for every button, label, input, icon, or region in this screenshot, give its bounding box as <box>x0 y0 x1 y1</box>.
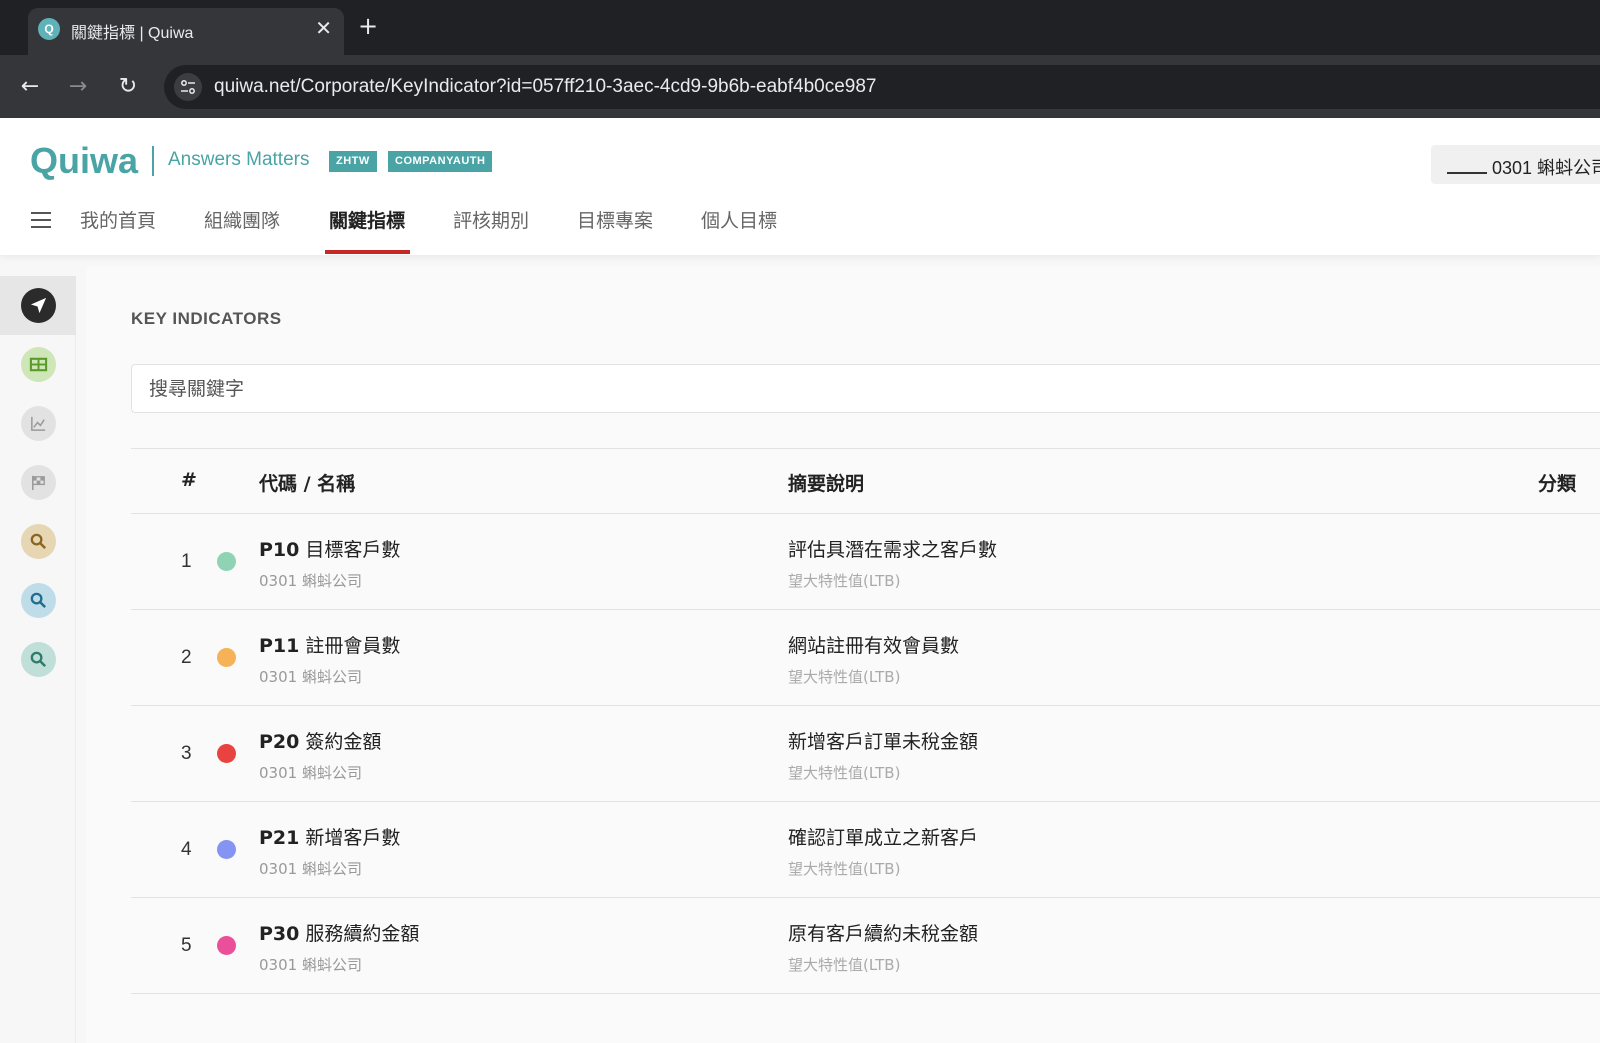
rail-item-search-gold[interactable] <box>0 512 76 571</box>
column-header-category[interactable]: 分類 <box>1538 469 1576 496</box>
table-row[interactable]: 5 P30 服務續約金額 0301 蝌蚪公司 原有客戶續約未稅金額望大特性值(LTB) <box>131 898 1600 994</box>
browser-toolbar: ← → ↻ quiwa.net/Corporate/KeyIndicator?i… <box>0 55 1600 118</box>
language-badge: ZHTW <box>329 151 377 172</box>
tagline: Answers Matters <box>168 149 310 170</box>
rail-item-navigate[interactable] <box>0 276 76 335</box>
table-row[interactable]: 4 P21 新增客戶數 0301 蝌蚪公司 確認訂單成立之新客戶望大特性值(LTB) <box>131 802 1600 898</box>
auth-badge: COMPANYAUTH <box>388 151 493 172</box>
logo-divider <box>152 146 154 176</box>
indicator-code: P30 <box>259 923 300 945</box>
close-tab-icon[interactable]: ✕ <box>315 16 332 40</box>
browser-tab[interactable]: Q 關鍵指標 | Quiwa ✕ <box>28 8 344 55</box>
indicator-org: 0301 蝌蚪公司 <box>259 668 362 686</box>
indicator-title[interactable]: P10 目標客戶數 <box>259 535 400 562</box>
table-row[interactable]: 3 P20 簽約金額 0301 蝌蚪公司 新增客戶訂單未稅金額望大特性值(LTB) <box>131 706 1600 802</box>
indicator-name: 新增客戶數 <box>305 827 401 849</box>
reload-icon[interactable]: ↻ <box>114 73 142 101</box>
rail-item-search-blue[interactable] <box>0 571 76 630</box>
line-chart-icon <box>21 406 56 441</box>
indicator-description: 新增客戶訂單未稅金額 <box>788 731 979 753</box>
tab-home[interactable]: 我的首頁 <box>80 206 156 233</box>
site-settings-icon[interactable] <box>174 73 202 101</box>
table-row[interactable]: 2 P11 註冊會員數 0301 蝌蚪公司 網站註冊有效會員數望大特性值(LTB) <box>131 610 1600 706</box>
back-arrow-icon[interactable]: ← <box>16 73 44 101</box>
status-dot <box>217 552 236 571</box>
indicator-type: 望大特性值(LTB) <box>788 764 901 782</box>
indicator-type: 望大特性值(LTB) <box>788 572 901 590</box>
table-row[interactable]: 1 P10 目標客戶數 0301 蝌蚪公司 評估具潛在需求之客戶數望大特性值(LTB) <box>131 514 1600 610</box>
indicator-table: # 代碼 / 名稱 摘要說明 分類 1 P10 目標客戶數 0301 蝌蚪公司 評估具… <box>131 448 1600 994</box>
table-header: # 代碼 / 名稱 摘要說明 分類 <box>131 448 1600 514</box>
indicator-type: 望大特性值(LTB) <box>788 860 901 878</box>
indicator-description: 確認訂單成立之新客戶 <box>788 827 979 849</box>
new-tab-icon[interactable]: + <box>358 12 378 40</box>
column-header-description[interactable]: 摘要說明 <box>788 469 864 496</box>
indicator-org: 0301 蝌蚪公司 <box>259 956 362 974</box>
section-title: KEY INDICATORS <box>131 309 282 328</box>
indicator-name: 簽約金額 <box>305 731 382 753</box>
indicator-name: 服務續約金額 <box>305 923 420 945</box>
tab-key-indicators[interactable]: 關鍵指標 <box>329 206 405 233</box>
indicator-code: P11 <box>259 635 300 657</box>
row-number: 2 <box>181 647 192 668</box>
checkered-flag-icon <box>21 465 56 500</box>
navigation-arrow-icon <box>21 288 56 323</box>
indicator-code: P20 <box>259 731 300 753</box>
indicator-description: 原有客戶續約未稅金額 <box>788 923 979 945</box>
rail-item-flag[interactable] <box>0 453 76 512</box>
indicator-org: 0301 蝌蚪公司 <box>259 572 362 590</box>
indicator-type: 望大特性值(LTB) <box>788 668 901 686</box>
hamburger-menu-icon[interactable] <box>31 212 51 228</box>
search-teal-icon <box>21 642 56 677</box>
tab-title: 關鍵指標 | Quiwa <box>71 25 194 42</box>
indicator-title[interactable]: P21 新增客戶數 <box>259 823 400 850</box>
indicator-title[interactable]: P11 註冊會員數 <box>259 631 400 658</box>
indicator-name: 目標客戶數 <box>305 539 401 561</box>
tab-projects[interactable]: 目標專案 <box>577 206 653 233</box>
company-selector-line <box>1447 172 1487 174</box>
indicator-description: 網站註冊有效會員數 <box>788 635 960 657</box>
company-name: 0301 蝌蚪公司 <box>1492 158 1600 178</box>
search-blue-icon <box>21 583 56 618</box>
status-dot <box>217 936 236 955</box>
quiwa-favicon-icon: Q <box>38 18 60 40</box>
indicator-title[interactable]: P20 簽約金額 <box>259 727 381 754</box>
active-tab-indicator <box>325 250 410 254</box>
indicator-name: 註冊會員數 <box>305 635 401 657</box>
rail-item-table[interactable] <box>0 335 76 394</box>
indicator-type: 望大特性值(LTB) <box>788 956 901 974</box>
indicator-code: P10 <box>259 539 300 561</box>
indicator-description: 評估具潛在需求之客戶數 <box>788 539 998 561</box>
address-bar[interactable]: quiwa.net/Corporate/KeyIndicator?id=057f… <box>164 65 1600 109</box>
row-number: 5 <box>181 935 192 956</box>
app-header: Quiwa Answers Matters ZHTW COMPANYAUTH 0… <box>0 118 1600 255</box>
tab-review-periods[interactable]: 評核期別 <box>453 206 529 233</box>
status-dot <box>217 648 236 667</box>
rail-item-chart[interactable] <box>0 394 76 453</box>
quiwa-logo[interactable]: Quiwa <box>30 140 138 182</box>
row-number: 4 <box>181 839 192 860</box>
search-gold-icon <box>21 524 56 559</box>
row-number: 3 <box>181 743 192 764</box>
table-icon <box>21 347 56 382</box>
status-dot <box>217 840 236 859</box>
indicator-code: P21 <box>259 827 300 849</box>
tab-organization[interactable]: 組織團隊 <box>204 206 280 233</box>
tab-personal-goals[interactable]: 個人目標 <box>701 206 777 233</box>
forward-arrow-icon[interactable]: → <box>64 73 92 101</box>
side-rail <box>0 276 76 1043</box>
row-number: 1 <box>181 551 192 572</box>
url-text[interactable]: quiwa.net/Corporate/KeyIndicator?id=057f… <box>214 76 877 98</box>
indicator-org: 0301 蝌蚪公司 <box>259 860 362 878</box>
company-selector[interactable]: 0301 蝌蚪公司 <box>1431 145 1600 184</box>
status-dot <box>217 744 236 763</box>
indicator-title[interactable]: P30 服務續約金額 <box>259 919 419 946</box>
search-input[interactable] <box>131 364 1600 413</box>
rail-item-search-teal[interactable] <box>0 630 76 689</box>
browser-tab-bar: Q 關鍵指標 | Quiwa ✕ + <box>0 0 1600 55</box>
column-header-code-name[interactable]: 代碼 / 名稱 <box>259 469 355 496</box>
indicator-org: 0301 蝌蚪公司 <box>259 764 362 782</box>
main-panel: KEY INDICATORS # 代碼 / 名稱 摘要說明 分類 1 P10 目標… <box>86 266 1600 1043</box>
column-header-number: # <box>181 469 197 491</box>
